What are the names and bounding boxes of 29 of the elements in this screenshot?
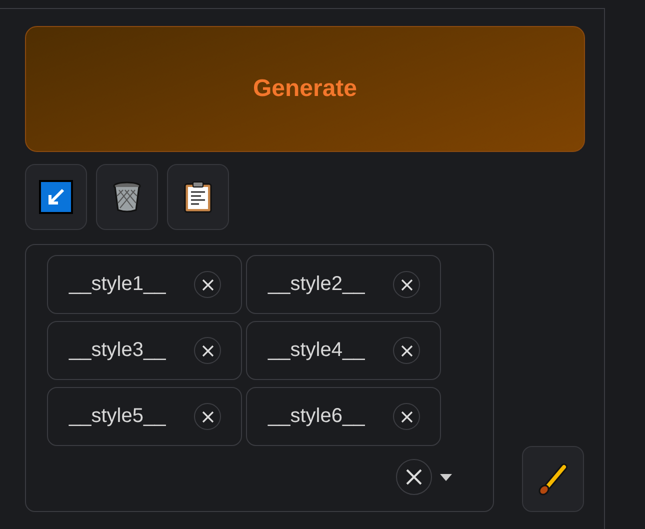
send-button[interactable] xyxy=(25,164,87,230)
remove-button[interactable] xyxy=(393,337,420,364)
paintbrush-icon xyxy=(536,462,570,496)
paint-button[interactable] xyxy=(522,446,584,512)
remove-button[interactable] xyxy=(393,403,420,430)
wastebasket-icon xyxy=(112,181,142,213)
remove-button[interactable] xyxy=(393,271,420,298)
caret-icon[interactable] xyxy=(440,474,452,480)
style-tag[interactable]: __style2__ xyxy=(246,255,441,314)
style-tag[interactable]: __style1__ xyxy=(47,255,242,314)
trash-button[interactable] xyxy=(96,164,158,230)
close-icon xyxy=(405,468,423,486)
style-tag[interactable]: __style3__ xyxy=(47,321,242,380)
close-icon xyxy=(400,278,412,290)
tag-field[interactable]: __style1__ __style2__ __style3__ __style4__ __style5__ __style6__ xyxy=(25,244,494,512)
remove-button[interactable] xyxy=(194,403,221,430)
clear-button[interactable] xyxy=(396,459,432,495)
style-tag[interactable]: __style4__ xyxy=(246,321,441,380)
style-tag[interactable]: __style6__ xyxy=(246,387,441,446)
clipboard-button[interactable] xyxy=(167,164,229,230)
close-icon xyxy=(202,410,214,422)
close-icon xyxy=(400,410,412,422)
clipboard-icon xyxy=(184,181,212,213)
remove-button[interactable] xyxy=(194,271,221,298)
close-icon xyxy=(202,278,214,290)
close-icon xyxy=(400,344,412,356)
style-tag[interactable]: __style5__ xyxy=(47,387,242,446)
remove-button[interactable] xyxy=(194,337,221,364)
close-icon xyxy=(202,344,214,356)
